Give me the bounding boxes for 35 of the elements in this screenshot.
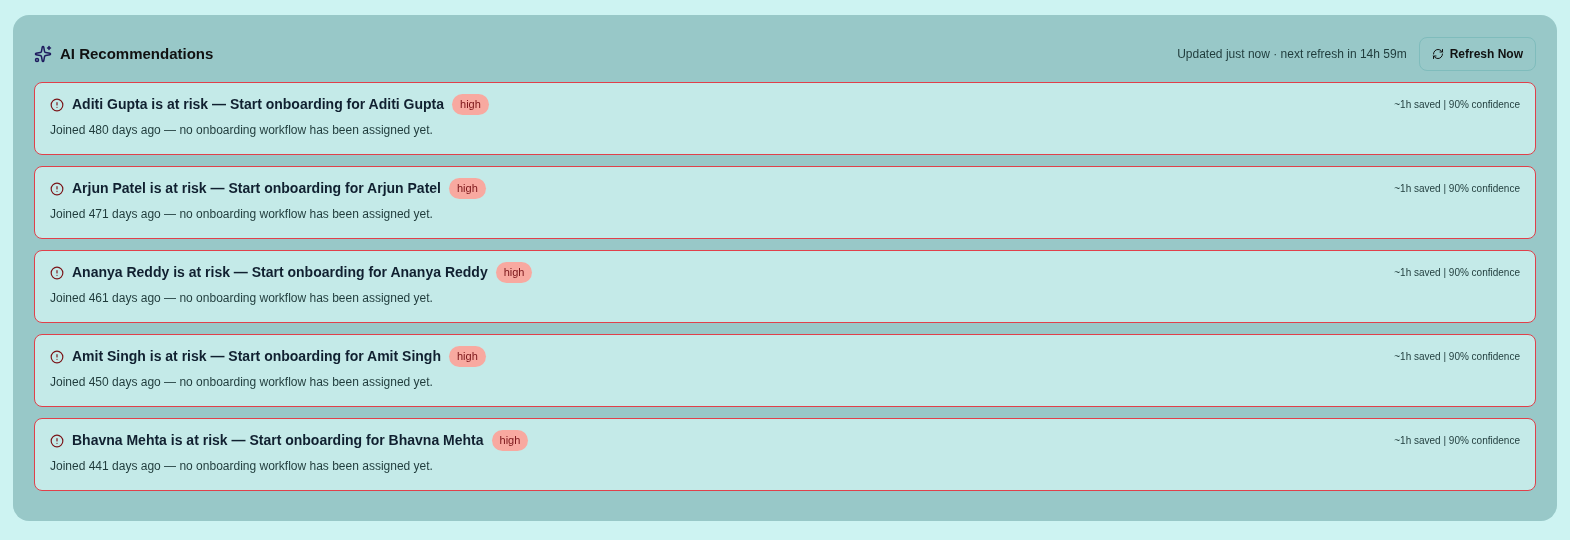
recommendation-description: Joined 450 days ago — no onboarding workflow has been assigned yet. xyxy=(50,374,434,391)
recommendation-description: Joined 461 days ago — no onboarding workflow has been assigned yet. xyxy=(50,290,434,307)
alert-icon xyxy=(50,97,64,112)
alert-icon xyxy=(50,349,64,364)
recommendation-description: Joined 471 days ago — no onboarding workflow has been assigned yet. xyxy=(50,206,434,223)
alert-icon xyxy=(50,181,64,196)
savings-confidence: ~1h saved | 90% confidence xyxy=(1394,266,1520,280)
savings-confidence: ~1h saved | 90% confidence xyxy=(1394,98,1520,112)
recommendation-title: Ananya Reddy is at risk — Start onboarding for Ananya Reddy xyxy=(72,263,488,282)
priority-badge: high xyxy=(452,94,489,115)
recommendation-title: Bhavna Mehta is at risk — Start onboarding for Bhavna Mehta xyxy=(72,431,484,450)
priority-badge: high xyxy=(491,430,529,451)
refresh-button[interactable]: Refresh Now xyxy=(1418,37,1536,71)
recommendation-card[interactable]: Arjun Patel is at risk — Start onboarding for Arjun Patel high ~1h saved | 90% confidence Joined 471 days ago — no onboarding workflow has been assigned yet. xyxy=(34,166,1536,239)
recommendation-title: Arjun Patel is at risk — Start onboarding for Arjun Patel xyxy=(72,179,441,198)
alert-icon xyxy=(50,433,64,448)
panel-title: AI Recommendations xyxy=(60,43,214,64)
recommendation-card[interactable]: Bhavna Mehta is at risk — Start onboarding for Bhavna Mehta high ~1h saved | 90% confidence Joined 441 days ago — no onboarding workflow has been assigned yet. xyxy=(34,418,1536,491)
recommendation-description: Joined 441 days ago — no onboarding workflow has been assigned yet. xyxy=(50,458,434,475)
recommendation-card[interactable]: Ananya Reddy is at risk — Start onboarding for Ananya Reddy high ~1h saved | 90% confidence Joined 461 days ago — no onboarding workflow has been assigned yet. xyxy=(34,250,1536,323)
sparkle-icon xyxy=(34,45,52,63)
savings-confidence: ~1h saved | 90% confidence xyxy=(1394,350,1520,364)
recommendation-card[interactable]: Amit Singh is at risk — Start onboarding for Amit Singh high ~1h saved | 90% confidence Joined 450 days ago — no onboarding workflow has been assigned yet. xyxy=(34,334,1536,407)
priority-badge: high xyxy=(448,346,486,367)
recommendation-title: Amit Singh is at risk — Start onboarding for Amit Singh xyxy=(72,347,441,366)
refresh-icon xyxy=(1431,48,1444,60)
savings-confidence: ~1h saved | 90% confidence xyxy=(1394,434,1520,448)
recommendation-card[interactable]: Aditi Gupta is at risk — Start onboarding for Aditi Gupta high ~1h saved | 90% confidence Joined 480 days ago — no onboarding workflow has been assigned yet. xyxy=(34,82,1536,155)
alert-icon xyxy=(50,265,64,280)
priority-badge: high xyxy=(449,178,486,199)
savings-confidence: ~1h saved | 90% confidence xyxy=(1394,182,1520,196)
priority-badge: high xyxy=(495,262,533,283)
recommendation-description: Joined 480 days ago — no onboarding workflow has been assigned yet. xyxy=(50,122,434,139)
recommendation-title: Aditi Gupta is at risk — Start onboarding for Aditi Gupta xyxy=(72,95,445,114)
refresh-status: Updated just now · next refresh in 14h 59m xyxy=(1177,46,1407,63)
